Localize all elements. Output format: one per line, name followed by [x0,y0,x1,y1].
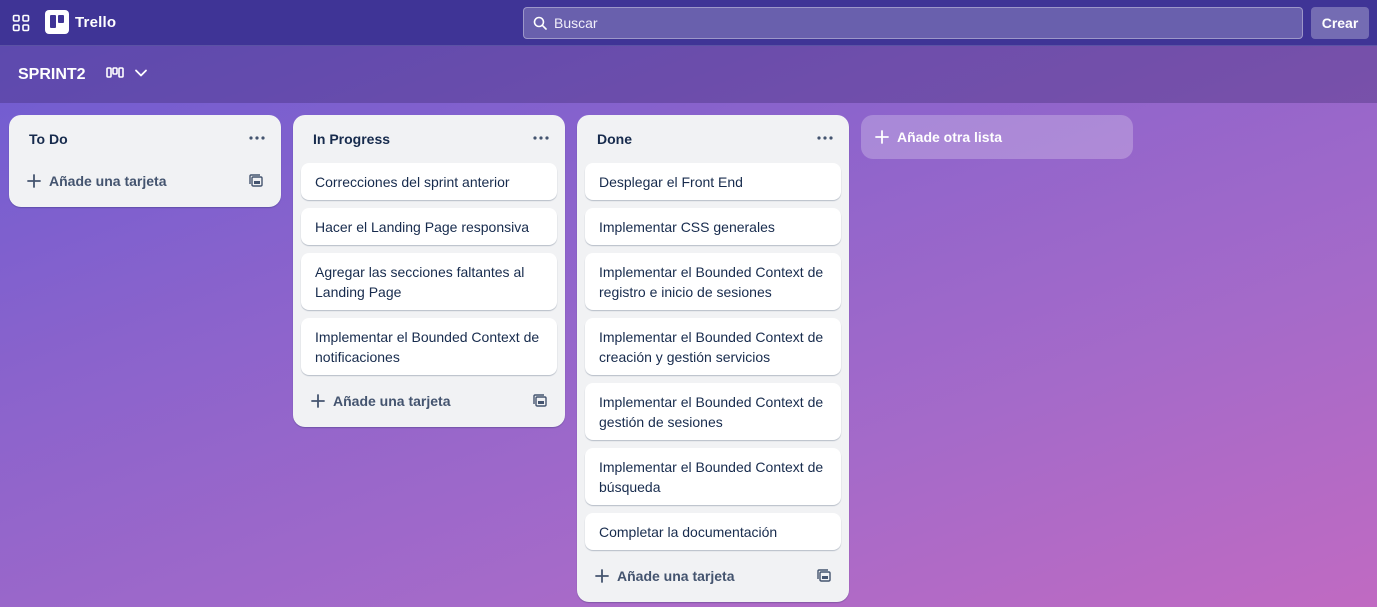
more-horizontal-icon[interactable] [815,128,835,148]
trello-logo-icon [45,10,69,34]
list-todo: To Do Añade una tarjeta [9,115,281,207]
board-title[interactable]: SPRINT2 [18,66,86,84]
add-list-button[interactable]: Añade otra lista [861,115,1133,159]
trello-logo[interactable]: Trello [45,10,116,34]
card[interactable]: Hacer el Landing Page responsiva [301,208,557,245]
list-header: Done [577,115,849,163]
card[interactable]: Implementar el Bounded Context de creaci… [585,318,841,375]
add-card-label: Añade una tarjeta [333,393,451,409]
search-box[interactable] [523,7,1303,39]
board-view-switcher[interactable] [106,66,148,80]
board-view-icon [106,67,124,78]
card-template-icon[interactable] [249,174,263,188]
card[interactable]: Implementar el Bounded Context de gestió… [585,383,841,440]
plus-icon [875,130,889,144]
card-template-icon[interactable] [817,569,831,583]
more-horizontal-icon[interactable] [247,128,267,148]
more-horizontal-icon[interactable] [531,128,551,148]
list-done: Done Desplegar el Front End Implementar … [577,115,849,602]
top-navigation: Trello Crear [0,0,1377,46]
add-card-button[interactable]: Añade una tarjeta [585,558,841,594]
app-name: Trello [75,13,117,31]
list-in-progress: In Progress Correcciones del sprint ante… [293,115,565,427]
add-card-button[interactable]: Añade una tarjeta [301,383,557,419]
plus-icon [595,569,609,583]
list-title[interactable]: In Progress [313,131,390,147]
chevron-down-icon [135,69,147,77]
card[interactable]: Implementar el Bounded Context de regist… [585,253,841,310]
plus-icon [311,394,325,408]
apps-grid-icon[interactable] [12,14,30,32]
add-card-button[interactable]: Añade una tarjeta [17,163,273,199]
add-card-label: Añade una tarjeta [617,568,735,584]
board-header: SPRINT2 [0,46,1377,103]
card[interactable]: Correcciones del sprint anterior [301,163,557,200]
card-template-icon[interactable] [533,394,547,408]
card[interactable]: Implementar el Bounded Context de notifi… [301,318,557,375]
list-header: To Do [9,115,281,163]
card[interactable]: Implementar el Bounded Context de búsque… [585,448,841,505]
plus-icon [27,174,41,188]
card[interactable]: Desplegar el Front End [585,163,841,200]
search-icon [533,16,547,30]
card[interactable]: Implementar CSS generales [585,208,841,245]
card[interactable]: Completar la documentación [585,513,841,550]
search-input[interactable] [554,15,1302,31]
list-title[interactable]: Done [597,131,632,147]
card[interactable]: Agregar las secciones faltantes al Landi… [301,253,557,310]
list-title[interactable]: To Do [29,131,68,147]
list-header: In Progress [293,115,565,163]
create-button[interactable]: Crear [1311,7,1369,39]
add-list-label: Añade otra lista [897,129,1003,145]
add-card-label: Añade una tarjeta [49,173,167,189]
